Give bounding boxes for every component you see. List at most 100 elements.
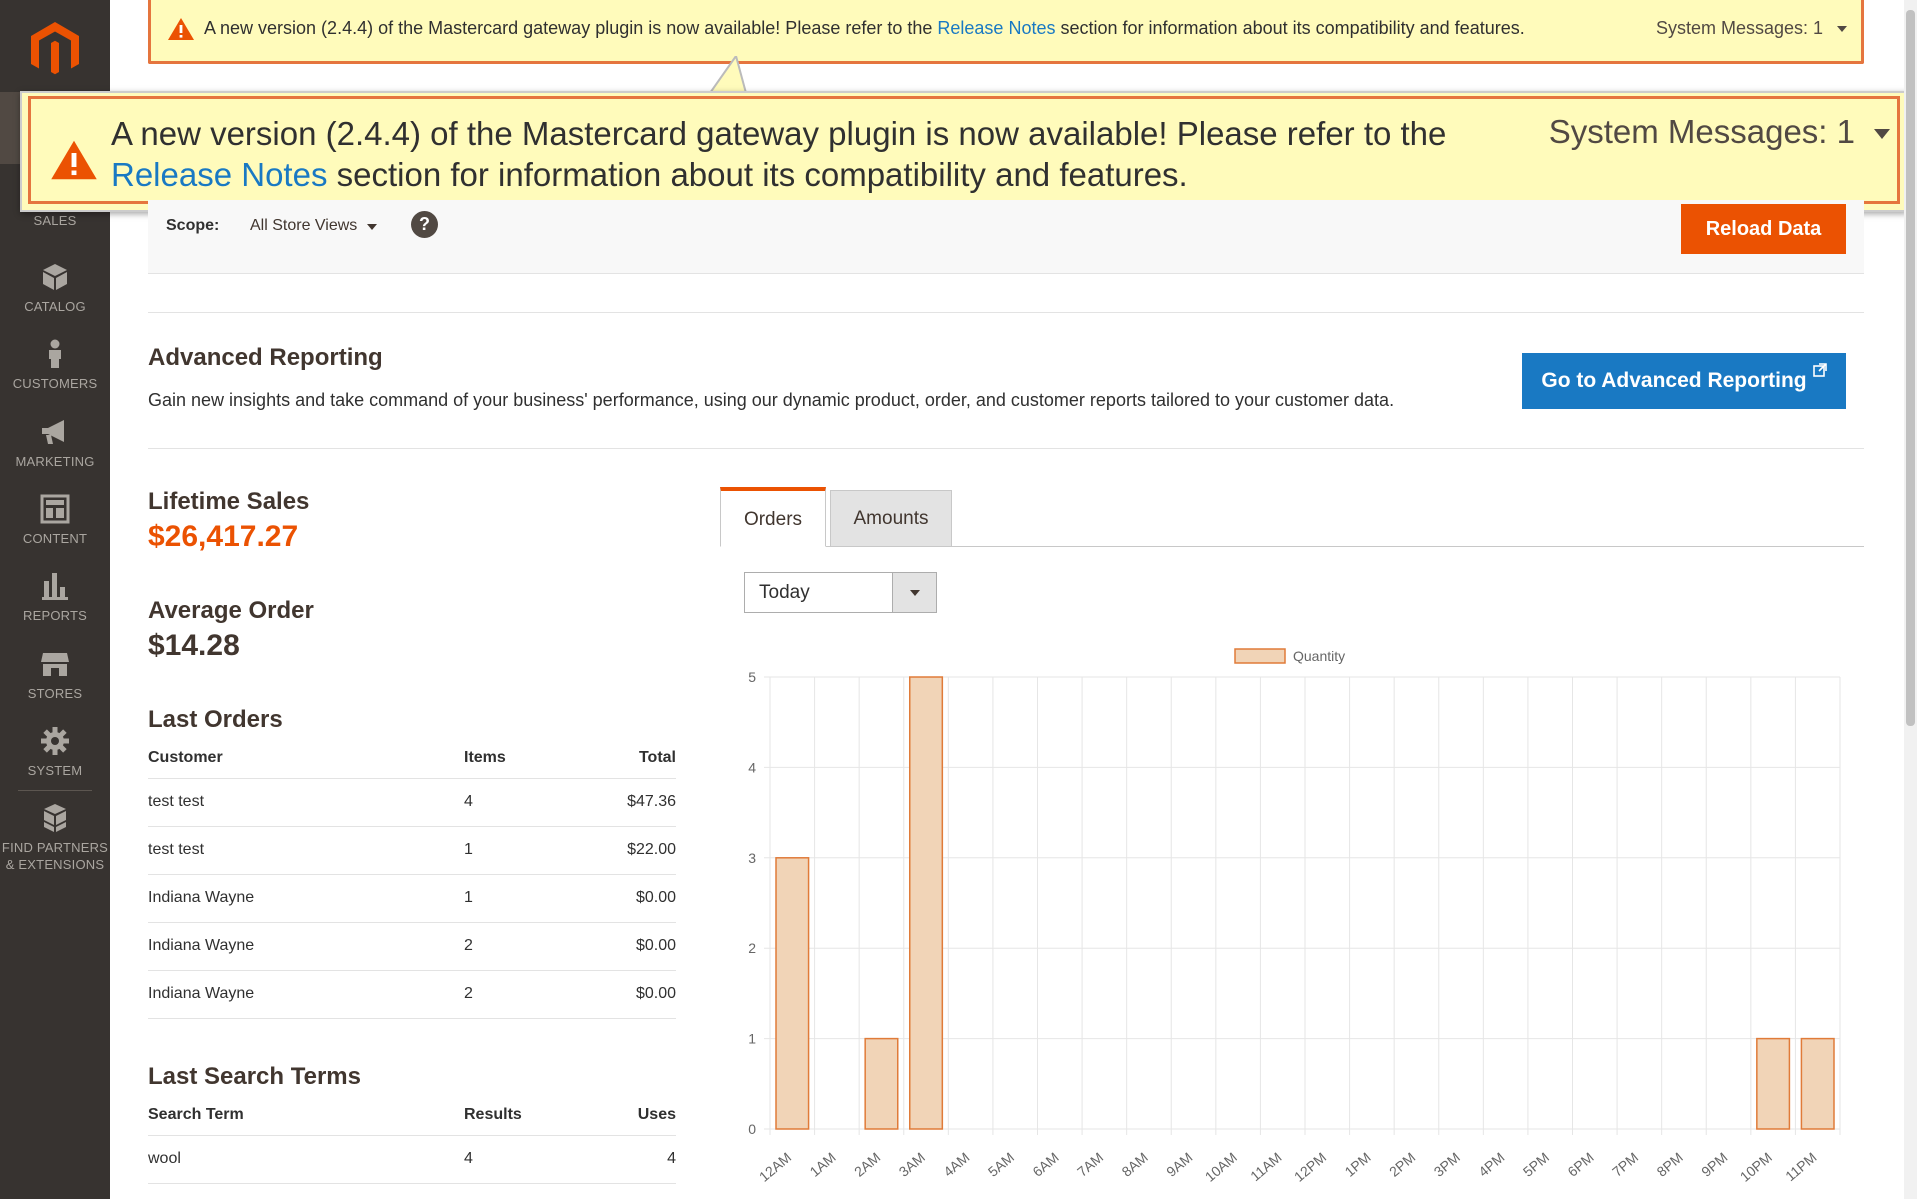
x-tick-label: 6AM (1029, 1149, 1061, 1180)
table-cell: 2 (464, 922, 584, 971)
x-tick-label: 7PM (1609, 1149, 1641, 1180)
x-tick-label: 3AM (896, 1149, 928, 1180)
last-search-terms-table: Search Term Results Uses wool 4 4 (148, 1095, 676, 1184)
scrollbar[interactable] (1904, 0, 1917, 1199)
layout-icon (40, 494, 70, 524)
x-tick-label: 3PM (1431, 1149, 1463, 1180)
period-select[interactable]: Today (744, 572, 937, 613)
scope-bar: Scope: All Store Views ? Reload Data (148, 200, 1864, 274)
system-message-magnified-frame: A new version (2.4.4) of the Mastercard … (28, 96, 1900, 204)
person-icon (49, 339, 61, 368)
x-tick-label: 9PM (1698, 1149, 1730, 1180)
chevron-down-icon[interactable] (1837, 26, 1847, 32)
advanced-reporting-description: Gain new insights and take command of yo… (148, 390, 1395, 410)
column-header: Total (584, 738, 676, 779)
table-row[interactable]: test test 4 $47.36 (148, 778, 676, 827)
chart-bar (1756, 1037, 1791, 1130)
y-tick-label: 2 (748, 940, 756, 956)
system-messages-counter[interactable]: System Messages: 1 (1656, 18, 1823, 39)
x-tick-label: 5AM (985, 1149, 1017, 1180)
table-cell: Indiana Wayne (148, 874, 464, 923)
x-tick-label: 5PM (1520, 1149, 1552, 1180)
table-row[interactable]: test test 1 $22.00 (148, 826, 676, 875)
reload-data-button[interactable]: Reload Data (1681, 204, 1846, 254)
system-messages-counter[interactable]: System Messages: 1 (1549, 113, 1855, 151)
x-tick-label: 8PM (1654, 1149, 1686, 1180)
last-orders-table: Customer Items Total test test 4 $47.36 … (148, 738, 676, 1019)
x-tick-label: 10AM (1202, 1149, 1240, 1185)
table-row[interactable]: wool 4 4 (148, 1135, 676, 1184)
x-tick-label: 7AM (1074, 1149, 1106, 1180)
last-search-terms-title: Last Search Terms (148, 1063, 361, 1090)
average-order-title: Average Order (148, 597, 314, 624)
table-cell: 2 (464, 970, 584, 1019)
x-tick-label: 4AM (940, 1149, 972, 1180)
sidebar-item-label: CONTENT (22, 531, 88, 546)
table-cell: Indiana Wayne (148, 922, 464, 971)
bar-chart-icon (42, 573, 68, 600)
sidebar-item-label: CATALOG (24, 299, 86, 314)
x-tick-label: 2PM (1386, 1149, 1418, 1180)
x-tick-label: 4PM (1475, 1149, 1507, 1180)
legend-swatch (1234, 648, 1286, 664)
table-cell: Indiana Wayne (148, 970, 464, 1019)
box-icon (43, 264, 67, 290)
release-notes-link[interactable]: Release Notes (111, 156, 327, 193)
magnifier-pointer (708, 56, 748, 94)
release-notes-link[interactable]: Release Notes (937, 18, 1055, 38)
sidebar-item-sales[interactable]: SALES (0, 212, 110, 229)
x-tick-label: 11PM (1782, 1149, 1820, 1184)
chevron-down-icon[interactable] (892, 573, 936, 612)
x-tick-label: 10PM (1737, 1149, 1775, 1185)
table-cell: $0.00 (584, 874, 676, 923)
table-cell: 1 (464, 874, 584, 923)
table-row[interactable]: Indiana Wayne 1 $0.00 (148, 874, 676, 923)
system-message-magnified-text: A new version (2.4.4) of the Mastercard … (111, 113, 1511, 195)
sidebar-divider (18, 790, 92, 791)
sidebar-item-stores[interactable]: STORES (0, 649, 110, 702)
tab-amounts[interactable]: Amounts (830, 490, 952, 547)
x-tick-label: 1AM (806, 1149, 838, 1180)
sidebar-item-label: FIND PARTNERS (1, 840, 109, 855)
table-row[interactable]: Indiana Wayne 2 $0.00 (148, 970, 676, 1019)
button-label: Go to Advanced Reporting (1541, 369, 1807, 392)
column-header: Results (464, 1095, 584, 1136)
sidebar-item-find-partners[interactable]: FIND PARTNERS & EXTENSIONS (0, 803, 110, 873)
scope-label: Scope: (166, 217, 220, 234)
go-to-advanced-reporting-button[interactable]: Go to Advanced Reporting (1522, 353, 1846, 409)
lifetime-sales-value: $26,417.27 (148, 520, 299, 553)
sidebar-item-system[interactable]: SYSTEM (0, 726, 110, 779)
x-tick-label: 1PM (1341, 1149, 1373, 1180)
message-text-before: A new version (2.4.4) of the Mastercard … (204, 18, 938, 38)
period-select-value: Today (759, 582, 810, 603)
average-order-value: $14.28 (148, 629, 240, 662)
advanced-reporting-title: Advanced Reporting (148, 344, 383, 371)
sidebar-item-catalog[interactable]: CATALOG (0, 262, 110, 315)
last-orders-title: Last Orders (148, 706, 283, 733)
magento-logo[interactable] (29, 20, 81, 76)
lifetime-sales-title: Lifetime Sales (148, 488, 310, 515)
sidebar-item-content[interactable]: CONTENT (0, 494, 110, 547)
sidebar-item-reports[interactable]: REPORTS (0, 571, 110, 624)
tab-orders[interactable]: Orders (720, 487, 826, 547)
chevron-down-icon[interactable] (367, 224, 377, 230)
table-row[interactable]: Indiana Wayne 2 $0.00 (148, 922, 676, 971)
sidebar-item-marketing[interactable]: MARKETING (0, 417, 110, 470)
scope-switcher[interactable]: All Store Views (250, 217, 357, 235)
x-tick-label: 9AM (1163, 1149, 1195, 1180)
scrollbar-thumb[interactable] (1906, 10, 1915, 726)
table-cell: 1 (464, 826, 584, 875)
x-tick-label: 12PM (1291, 1149, 1329, 1185)
help-icon[interactable]: ? (411, 211, 438, 238)
column-header: Customer (148, 738, 464, 779)
sidebar-item-label: SALES (33, 213, 77, 228)
warning-icon (168, 18, 194, 40)
y-tick-label: 3 (748, 850, 756, 866)
x-tick-label: 6PM (1564, 1149, 1596, 1180)
chevron-down-icon[interactable] (1874, 129, 1890, 139)
sidebar-item-label-line2: & EXTENSIONS (5, 857, 105, 872)
store-icon (41, 653, 69, 676)
sidebar-item-label: SYSTEM (27, 763, 83, 778)
table-cell: 4 (464, 778, 584, 827)
sidebar-item-customers[interactable]: CUSTOMERS (0, 339, 110, 392)
